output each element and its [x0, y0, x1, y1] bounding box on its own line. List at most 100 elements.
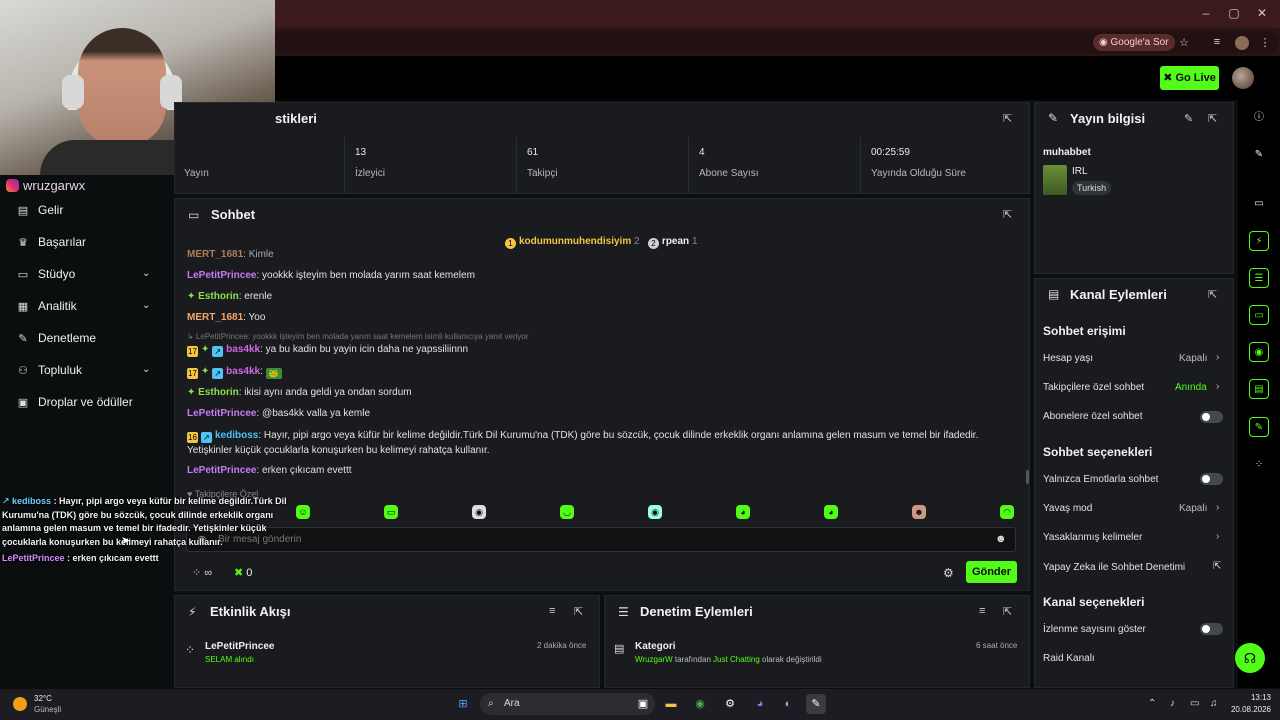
emote-only-toggle[interactable] [1200, 473, 1223, 485]
mic-icon[interactable]: ♪ [1170, 698, 1175, 709]
show-views-toggle[interactable] [1200, 623, 1223, 635]
filter-icon[interactable]: ≡ [979, 605, 985, 617]
taskbar-date[interactable]: 20.08.2026 [1228, 705, 1271, 714]
popout-icon[interactable]: ⇱ [1003, 605, 1012, 618]
channel-points[interactable]: ⁘ ∞ [192, 566, 212, 579]
chrome-icon[interactable]: ◉ [690, 694, 710, 714]
app-icon[interactable]: ✎ [806, 694, 826, 714]
menu-kebab-icon[interactable]: ⋮ [1258, 36, 1272, 50]
profile-icon[interactable] [1235, 36, 1249, 50]
go-live-button[interactable]: ✖ Go Live [1160, 66, 1219, 90]
sidebar-item-analitik[interactable]: ▦ Analitik ⌄ [16, 296, 151, 316]
minimize-icon[interactable]: – [1198, 6, 1214, 22]
bolt-icon[interactable]: ⚡ [1249, 231, 1269, 251]
chat-username[interactable]: LePetitPrincee [187, 408, 256, 419]
support-icon[interactable]: ☊ [1235, 643, 1265, 673]
pinned-user-2[interactable]: rpean [662, 236, 689, 247]
category-name[interactable]: Just Chatting [713, 655, 760, 664]
sidebar-item-denetleme[interactable]: ✎ Denetleme [16, 328, 96, 348]
followers-chat-value[interactable]: Anında [1175, 382, 1207, 393]
discord-icon[interactable]: ◕ [750, 694, 770, 714]
popout-icon[interactable]: ⇱ [574, 605, 583, 618]
hype-count[interactable]: ✖ 0 [234, 566, 252, 579]
stat-subscribers: 4 Abone Sayısı [688, 137, 860, 193]
pinned-user-1[interactable]: kodumunmuhendisiyim [519, 236, 631, 247]
chevron-right-icon[interactable]: › [1216, 502, 1219, 513]
chat-username[interactable]: MERT_1681 [187, 249, 243, 260]
windows-start-icon[interactable]: ⊞ [453, 694, 473, 714]
stream-info-icon[interactable]: ▤ [1249, 379, 1269, 399]
chat-scrollbar[interactable] [1026, 470, 1029, 484]
emote-icon[interactable]: ◕ [736, 505, 750, 519]
sidebar-item-gelir[interactable]: ▤ Gelir [16, 200, 64, 220]
chat-username[interactable]: kediboss [215, 430, 258, 441]
chat-username[interactable]: Esthorin [198, 291, 239, 302]
emote-icon[interactable]: ◡ [560, 505, 574, 519]
popout-icon[interactable]: ⇱ [1003, 112, 1012, 125]
gear-icon[interactable]: ⚙ [943, 566, 954, 580]
emote-icon[interactable]: ◕ [824, 505, 838, 519]
settings-app-icon[interactable]: ⚙ [720, 694, 740, 714]
chat-username[interactable]: MERT_1681 [187, 312, 243, 323]
chat-username[interactable]: bas4kk [226, 366, 260, 377]
sidebar-item-droplar[interactable]: ▣ Droplar ve ödüller [16, 392, 133, 412]
chat-username[interactable]: LePetitPrincee [187, 270, 256, 281]
tray-chevron-icon[interactable]: ⌃ [1148, 698, 1156, 709]
moderator-name[interactable]: WruzgarW [635, 655, 673, 664]
volume-icon[interactable]: ♫ [1210, 698, 1218, 709]
chat-username[interactable]: Esthorin [198, 387, 239, 398]
subs-chat-toggle[interactable] [1200, 411, 1223, 423]
chevron-right-icon[interactable]: › [1216, 381, 1219, 392]
dots-icon[interactable]: ⁘ [1249, 455, 1269, 475]
sidebar-item-topluluk[interactable]: ⚇ Topluluk ⌄ [16, 360, 150, 380]
raid-channel-label[interactable]: Raid Kanalı [1043, 653, 1095, 664]
emote-icon[interactable]: ◉ [472, 505, 486, 519]
external-link-icon[interactable]: ⇱ [1213, 561, 1221, 572]
close-icon[interactable]: ✕ [1254, 6, 1270, 22]
pencil-icon[interactable]: ✎ [1184, 112, 1193, 125]
slow-mode-value[interactable]: Kapalı [1179, 503, 1207, 514]
chevron-right-icon[interactable]: › [1216, 352, 1219, 363]
pencil-icon[interactable]: ✎ [1249, 145, 1269, 165]
bookmark-star-icon[interactable]: ☆ [1177, 36, 1191, 50]
category-name[interactable]: IRL [1072, 166, 1088, 177]
wrench-icon[interactable]: ✎ [1249, 417, 1269, 437]
popout-icon[interactable]: ⇱ [1208, 288, 1217, 301]
send-button[interactable]: Gönder [966, 561, 1017, 583]
emote-icon[interactable]: ☻ [912, 505, 926, 519]
playlist-icon[interactable]: ≡ [1210, 36, 1224, 50]
avatar[interactable] [1232, 67, 1254, 89]
activity-user[interactable]: LePetitPrincee [205, 641, 274, 652]
emote-icon[interactable]: ◉ [648, 505, 662, 519]
broadcast-icon[interactable]: ◉ [1249, 342, 1269, 362]
list-icon[interactable]: ☰ [1249, 268, 1269, 288]
task-view-icon[interactable]: ▣ [633, 694, 653, 714]
maximize-icon[interactable]: ▢ [1226, 6, 1242, 22]
sun-icon[interactable] [13, 697, 27, 711]
account-age-value[interactable]: Kapalı [1179, 353, 1207, 364]
emote-icon[interactable]: ◠ [1000, 505, 1014, 519]
emoji-icon[interactable]: ☻ [995, 533, 1007, 545]
chat-username[interactable]: bas4kk [226, 344, 260, 355]
taskbar-search[interactable]: ⌕ Ara [480, 693, 655, 715]
steam-icon[interactable]: ◐ [778, 694, 798, 714]
file-explorer-icon[interactable]: ▬ [661, 694, 681, 714]
info-icon[interactable]: ⓘ [1249, 108, 1269, 128]
banned-words-label[interactable]: Yasaklanmış kelimeler [1043, 532, 1142, 543]
popout-icon[interactable]: ⇱ [1003, 208, 1012, 221]
chevron-right-icon[interactable]: › [1216, 531, 1219, 542]
monitor-icon[interactable]: ▭ [1190, 698, 1199, 709]
google-sor-button[interactable]: ◉ Google'a Sor [1093, 34, 1175, 51]
emote-icon[interactable]: ▭ [384, 505, 398, 519]
sidebar-item-basarilar[interactable]: ♛ Başarılar [16, 232, 86, 252]
kick-icon: ✖ [1163, 72, 1176, 84]
chat-username[interactable]: LePetitPrincee [187, 465, 256, 476]
filter-icon[interactable]: ≡ [549, 605, 555, 617]
sidebar-item-studyo[interactable]: ▭ Stüdyo ⌄ [16, 264, 151, 284]
weather-temp[interactable]: 32°C [34, 694, 52, 703]
taskbar-time[interactable]: 13:13 [1247, 693, 1271, 702]
layout-icon[interactable]: ▭ [1249, 194, 1269, 214]
chat-bubble-icon[interactable]: ▭ [1249, 305, 1269, 325]
popout-icon[interactable]: ⇱ [1208, 112, 1217, 125]
ai-moderation-label[interactable]: Yapay Zeka ile Sohbet Denetimi [1043, 562, 1185, 573]
